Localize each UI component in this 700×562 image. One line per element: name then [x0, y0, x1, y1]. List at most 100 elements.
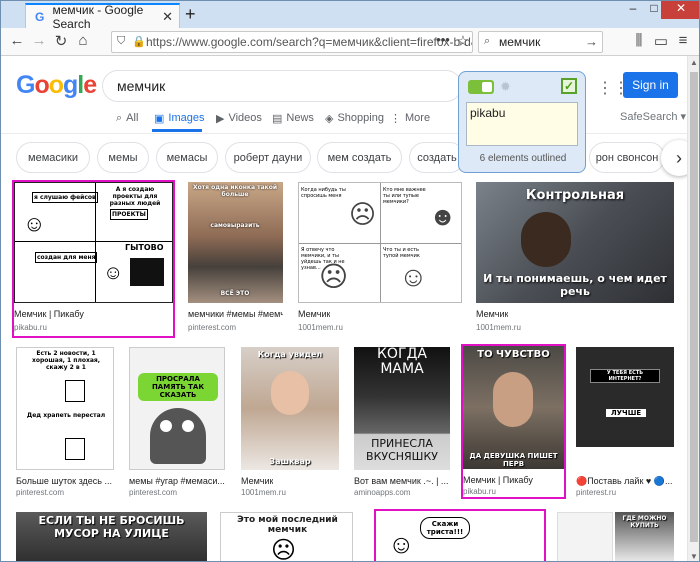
result-thumbnail: Хотя одна иконка такой больше самовырази… [188, 182, 283, 303]
nav-all[interactable]: ⌕ All [116, 109, 138, 127]
nav-images[interactable]: ▣ Images [154, 109, 204, 127]
scroll-up-icon[interactable]: ▲ [690, 58, 698, 67]
forward-arrow-icon[interactable]: → [29, 32, 49, 49]
scroll-thumb[interactable] [690, 72, 698, 542]
chip-suggestion[interactable]: мем создать [317, 142, 402, 173]
sign-in-button[interactable]: Sign in [623, 72, 678, 98]
sidebar-icon[interactable]: ▭ [651, 32, 671, 50]
extension-filter-input[interactable]: pikabu [466, 102, 578, 146]
google-query-text: мемчик [117, 78, 166, 94]
chip-suggestion[interactable]: рон свонсон [589, 142, 665, 173]
chip-suggestion[interactable]: роберт дауни [225, 142, 311, 173]
image-result[interactable]: Скажи триста!!! ☺ [374, 509, 546, 561]
url-bar[interactable]: ⛉ 🔒 https://www.google.com/search?q=мемч… [111, 31, 473, 53]
image-result[interactable]: ПРОСРАЛА ПАМЯТЬ ТАК СКАЗАТЬ мемы #угар #… [129, 347, 225, 497]
search-icon: ⌕ [484, 35, 491, 47]
image-result[interactable] [557, 512, 613, 561]
result-source: pinterest.com [129, 488, 178, 497]
home-icon[interactable]: ⌂ [73, 32, 93, 49]
result-thumbnail: Есть 2 новости, 1 хорошая, 1 плохая, ска… [16, 347, 114, 470]
browser-search-field[interactable]: ⌕ мемчик → [478, 31, 603, 53]
result-title: Вот вам мемчик .~. | ... [354, 476, 449, 486]
image-result[interactable]: ТО ЧУВСТВО ДА ДЕВУШКА ПИШЕТ ПЕРВ Мемчик … [461, 344, 566, 499]
menu-hamburger-icon[interactable]: ≡ [673, 32, 693, 49]
image-result[interactable]: Когда нибудь ты спросишь меня Кто мне ва… [298, 182, 462, 336]
bookmark-star-icon[interactable]: ☆ [453, 32, 473, 50]
result-thumbnail: У ТЕБЯ ЕСТЬ ИНТЕРНЕТ? ЛУЧШЕ [576, 347, 674, 470]
result-thumbnail: я слушаю фейсов А я создаю проекты для р… [14, 182, 173, 303]
result-title: Мемчик [298, 309, 331, 319]
result-thumbnail: Контрольная И ты понимаешь, о чем идет р… [476, 182, 674, 303]
result-title: мемчики #мемы #мемчик... [188, 309, 283, 319]
reload-icon[interactable]: ↻ [51, 32, 71, 50]
more-icon: ⋮ [390, 112, 401, 125]
url-text: https://www.google.com/search?q=мемчик&c… [146, 35, 473, 49]
image-result[interactable]: Это мой последний мемчик ☹ [220, 512, 353, 561]
result-thumbnail: КОГДА МАМА ПРИНЕСЛА ВКУСНЯШКУ [354, 347, 450, 470]
image-icon: ▣ [154, 112, 165, 125]
active-tab-underline [152, 129, 202, 132]
image-result[interactable]: я слушаю фейсов А я создаю проекты для р… [12, 180, 175, 338]
close-tab-icon[interactable]: ✕ [162, 9, 173, 25]
result-title: Мемчик [476, 309, 509, 319]
chip-suggestion[interactable]: создать [409, 142, 465, 173]
chip-suggestion[interactable]: мемы [97, 142, 149, 173]
tab-strip: G мемчик - Google Search ✕ + – □ ✕ [1, 1, 699, 31]
image-result[interactable]: ЕСЛИ ТЫ НЕ БРОСИШЬ МУСОР НА УЛИЦЕ [16, 512, 207, 561]
nav-toolbar: ← → ↻ ⌂ ⛉ 🔒 https://www.google.com/searc… [1, 28, 699, 56]
result-source: pikabu.ru [463, 487, 496, 496]
video-icon: ▶ [216, 112, 225, 125]
checkbox-checked-icon[interactable]: ✓ [561, 78, 577, 94]
google-search-input[interactable]: мемчик [102, 70, 462, 102]
search-go-arrow-icon[interactable]: → [585, 34, 598, 49]
back-arrow-icon[interactable]: ← [7, 32, 27, 49]
shield-icon: ⛉ [117, 35, 126, 47]
nav-videos[interactable]: ▶ Videos [216, 109, 262, 127]
library-icon[interactable]: ⫼ [629, 32, 649, 49]
search-icon: ⌕ [116, 111, 123, 124]
result-thumbnail: Скажи триста!!! ☺ [376, 511, 544, 561]
header-divider [1, 133, 699, 134]
result-source: pinterest.com [188, 323, 237, 332]
google-logo[interactable]: Google [16, 71, 97, 100]
scroll-down-icon[interactable]: ▼ [690, 552, 698, 561]
result-title: 🔴Поставь лайк ♥ 🔵... [576, 476, 673, 486]
news-icon: ▤ [272, 112, 283, 125]
nav-news[interactable]: ▤ News [272, 109, 314, 127]
result-title: Мемчик | Пикабу [14, 309, 84, 319]
result-source: 1001mem.ru [298, 323, 343, 332]
nav-shopping[interactable]: ◈ Shopping [325, 109, 384, 127]
image-result[interactable]: Хотя одна иконка такой больше самовырази… [188, 182, 283, 336]
browser-tab[interactable]: G мемчик - Google Search ✕ [25, 3, 180, 31]
image-result[interactable]: Контрольная И ты понимаешь, о чем идет р… [476, 182, 674, 336]
result-thumbnail: ГДЕ МОЖНО КУПИТЬ [615, 512, 674, 561]
extension-popup: ✹ ✓ pikabu 6 elements outlined [458, 71, 586, 173]
result-source: aminoapps.com [354, 488, 411, 497]
result-thumbnail: ТО ЧУВСТВО ДА ДЕВУШКА ПИШЕТ ПЕРВ [463, 346, 564, 469]
result-thumbnail: ПРОСРАЛА ПАМЯТЬ ТАК СКАЗАТЬ [129, 347, 225, 470]
result-thumbnail: ЕСЛИ ТЫ НЕ БРОСИШЬ МУСОР НА УЛИЦЕ [16, 512, 207, 561]
safesearch-toggle[interactable]: SafeSearch ▾ [620, 110, 686, 123]
image-result[interactable]: Когда увидел Зашквар Мемчик 1001mem.ru [241, 347, 339, 497]
image-result[interactable]: ГДЕ МОЖНО КУПИТЬ [615, 512, 674, 561]
image-result[interactable]: У ТЕБЯ ЕСТЬ ИНТЕРНЕТ? ЛУЧШЕ 🔴Поставь лай… [576, 347, 674, 497]
chip-suggestion[interactable]: мемасы [156, 142, 218, 173]
result-title: Мемчик [241, 476, 274, 486]
chip-suggestion[interactable]: мемасики [16, 142, 90, 173]
image-result[interactable]: Есть 2 новости, 1 хорошая, 1 плохая, ска… [16, 347, 114, 497]
nav-more[interactable]: ⋮ More [390, 109, 430, 127]
page-scrollbar[interactable]: ▲ ▼ [687, 56, 699, 561]
result-thumbnail [557, 512, 613, 561]
result-title: Больше шуток здесь ... [16, 476, 112, 486]
lock-icon: 🔒 [132, 36, 146, 48]
extension-toggle[interactable] [468, 80, 494, 94]
image-result[interactable]: КОГДА МАМА ПРИНЕСЛА ВКУСНЯШКУ Вот вам ме… [354, 347, 450, 497]
result-source: 1001mem.ru [241, 488, 286, 497]
gear-icon[interactable]: ✹ [500, 79, 511, 95]
result-title: мемы #угар #мемаси... [129, 476, 225, 486]
close-window-icon[interactable]: ✕ [661, 1, 699, 19]
tag-icon: ◈ [325, 112, 334, 125]
page-actions-icon[interactable]: ••• [433, 32, 453, 47]
result-thumbnail: Когда нибудь ты спросишь меня Кто мне ва… [298, 182, 462, 303]
new-tab-button[interactable]: + [185, 4, 196, 25]
